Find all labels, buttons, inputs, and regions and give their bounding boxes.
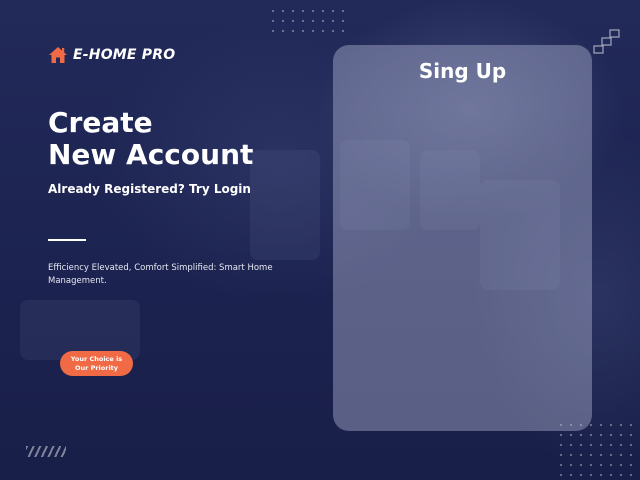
priority-badge-button[interactable]: Your Choice is Our Priority <box>60 351 133 376</box>
brand-name: E-HOME PRO <box>73 47 176 63</box>
stairs-decoration-icon <box>593 29 620 54</box>
tagline: Efficiency Elevated, Comfort Simplified:… <box>48 263 273 286</box>
dot-pattern-top <box>268 6 348 40</box>
signup-card: Sing Up <box>333 45 592 431</box>
home-icon <box>49 47 67 63</box>
brand-logo[interactable]: E-HOME PRO <box>48 46 175 64</box>
divider <box>48 239 86 241</box>
signup-card-title: Sing Up <box>418 59 507 83</box>
page-title: Create New Account <box>48 107 253 171</box>
priority-badge-line-1: Your Choice is <box>70 354 123 363</box>
page-title-line-1: Create <box>48 106 153 139</box>
stripe-decoration <box>26 446 66 457</box>
login-link[interactable]: Already Registered? Try Login <box>48 182 251 196</box>
page-title-line-2: New Account <box>48 138 254 171</box>
background-seat <box>250 150 320 260</box>
priority-badge-line-2: Our Priority <box>74 363 119 372</box>
